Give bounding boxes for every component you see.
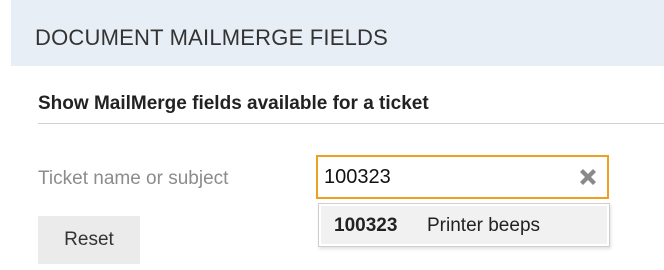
mailmerge-panel: DOCUMENT MAILMERGE FIELDS Show MailMerge…	[0, 0, 664, 270]
ticket-search-field[interactable]	[316, 155, 609, 199]
section-subtitle: Show MailMerge fields available for a ti…	[38, 93, 429, 114]
section-divider	[38, 123, 664, 124]
suggestion-ticket-id: 100323	[334, 215, 398, 236]
page-header: DOCUMENT MAILMERGE FIELDS	[11, 0, 664, 66]
ticket-search-input[interactable]	[324, 157, 564, 197]
ticket-search-label: Ticket name or subject	[38, 168, 229, 189]
autocomplete-list: 100323 Printer beeps	[318, 203, 610, 247]
autocomplete-item[interactable]: 100323 Printer beeps	[321, 206, 607, 244]
reset-button[interactable]: Reset	[38, 216, 140, 264]
suggestion-ticket-subject: Printer beeps	[427, 215, 541, 236]
clear-x-icon[interactable]	[577, 166, 599, 188]
page-title: DOCUMENT MAILMERGE FIELDS	[35, 25, 388, 50]
